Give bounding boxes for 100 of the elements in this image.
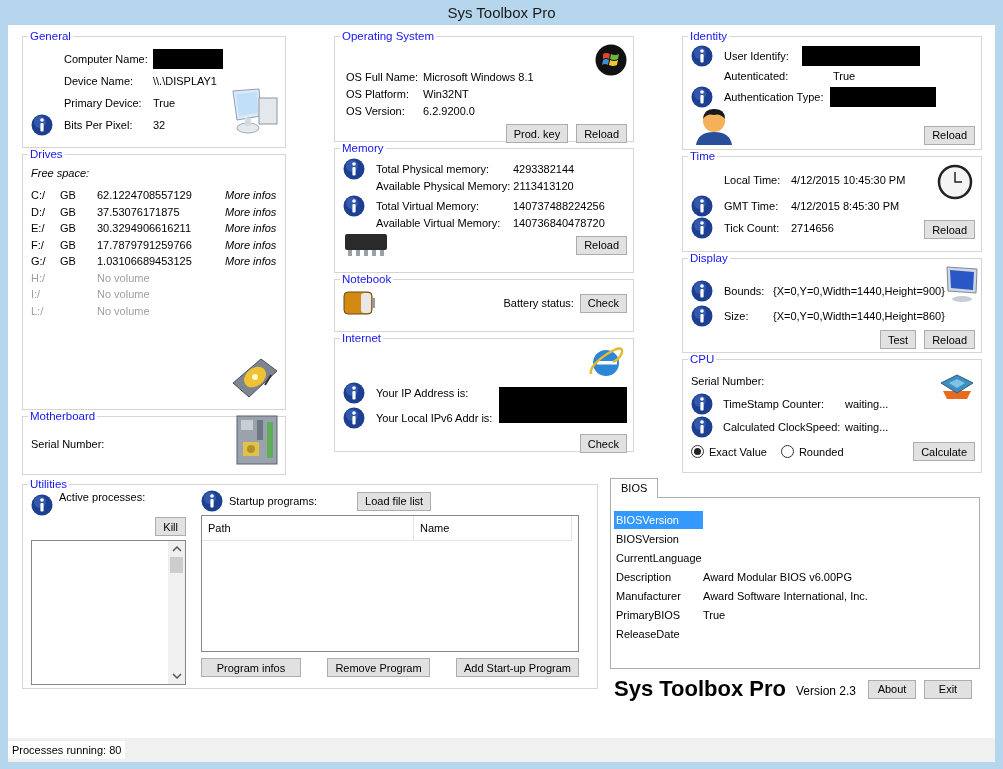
field-value: 4/12/2015 10:45:30 PM bbox=[791, 174, 907, 186]
list-item[interactable]: ReleaseDate bbox=[614, 624, 703, 643]
radio-button[interactable] bbox=[780, 445, 794, 458]
field-label: User Identify: bbox=[724, 50, 790, 62]
user-icon bbox=[694, 106, 734, 145]
button[interactable]: Reload bbox=[924, 330, 975, 349]
button[interactable]: Exit bbox=[924, 679, 972, 699]
status-text: Processes running: 80 bbox=[8, 741, 126, 759]
window-flag-icon bbox=[595, 44, 627, 76]
button[interactable]: Add Start-up Program bbox=[456, 658, 579, 677]
button[interactable]: Test bbox=[879, 330, 917, 349]
version-label: Version 2.3 bbox=[795, 684, 856, 698]
column-header[interactable]: Path bbox=[202, 516, 414, 540]
field-value: Win32NT bbox=[423, 87, 470, 100]
field-label: TimeStamp Counter: bbox=[723, 397, 826, 410]
list-item[interactable]: CurrentLanguage bbox=[614, 548, 705, 567]
button[interactable]: Calculate bbox=[913, 442, 975, 461]
list-item[interactable]: PrimaryBIOS bbox=[614, 605, 703, 624]
field-label: Calculated ClockSpeed: bbox=[723, 420, 842, 433]
button[interactable]: Reload bbox=[924, 125, 975, 145]
drive-letter: F:/ bbox=[31, 238, 45, 251]
scroll-up-icon[interactable] bbox=[171, 545, 182, 553]
field-value: True bbox=[833, 69, 857, 82]
group-title: Notebook bbox=[341, 273, 393, 285]
drive-letter: E:/ bbox=[31, 222, 46, 235]
property-value: Award Modular BIOS v6.00PG bbox=[703, 570, 852, 583]
app-name: Sys Toolbox Pro bbox=[614, 676, 786, 702]
field-label: Size: bbox=[724, 309, 750, 322]
field-label: Authentication Type: bbox=[724, 91, 825, 103]
more-infos-link[interactable]: More infos bbox=[225, 238, 277, 251]
drive-letter: C:/ bbox=[31, 189, 47, 202]
field-value: 140736840478720 bbox=[513, 216, 606, 229]
button[interactable]: Reload bbox=[924, 220, 975, 239]
clock-icon bbox=[937, 164, 973, 200]
more-infos-link[interactable]: More infos bbox=[225, 222, 277, 235]
field-value: 140737488224256 bbox=[513, 200, 606, 212]
unit-label: GB bbox=[60, 255, 76, 268]
button[interactable]: Check bbox=[579, 293, 627, 313]
button[interactable]: Remove Program bbox=[327, 658, 430, 677]
free-space-value: 37.53076171875 bbox=[97, 205, 181, 218]
group-title: Motherboard bbox=[29, 410, 97, 422]
scroll-thumb[interactable] bbox=[170, 557, 183, 573]
field-value: 2714656 bbox=[791, 222, 835, 234]
tab[interactable]: BIOS bbox=[610, 478, 659, 498]
list-item[interactable]: Manufacturer bbox=[614, 586, 703, 605]
window-title: Sys Toolbox Pro bbox=[447, 4, 556, 21]
field-label: Primary Device: bbox=[64, 97, 143, 109]
radio-button[interactable] bbox=[691, 445, 704, 458]
group-title: CPU bbox=[689, 353, 716, 365]
group-title: Operating System bbox=[341, 30, 436, 42]
field-value: waiting... bbox=[845, 420, 890, 433]
free-space-heading: Free space: bbox=[31, 167, 91, 179]
button[interactable]: Program infos bbox=[201, 658, 301, 677]
field-value: {X=0,Y=0,Width=1440,Height=900} bbox=[773, 284, 945, 297]
field-value: 4/12/2015 8:45:30 PM bbox=[791, 200, 901, 212]
scrollbar[interactable] bbox=[168, 541, 185, 684]
field-label: Your Local IPv6 Addr is: bbox=[376, 411, 493, 424]
computer-icon bbox=[229, 88, 279, 134]
drive-letter: I:/ bbox=[31, 288, 42, 301]
radio-label[interactable]: Rounded bbox=[798, 445, 844, 458]
button[interactable]: Check bbox=[579, 434, 627, 453]
field-value: {X=0,Y=0,Width=1440,Height=860} bbox=[773, 309, 945, 322]
battery-icon bbox=[343, 291, 376, 315]
unit-label: GB bbox=[60, 205, 76, 218]
monitor-icon bbox=[944, 265, 979, 303]
startup-list[interactable]: Path Name bbox=[201, 515, 579, 652]
radio-label[interactable]: Exact Value bbox=[709, 445, 767, 458]
field-label: Serial Number: bbox=[31, 438, 105, 452]
field-label: Local Time: bbox=[724, 174, 782, 186]
scroll-down-icon[interactable] bbox=[171, 672, 182, 680]
list-item[interactable]: Description bbox=[614, 567, 703, 586]
unit-label: GB bbox=[60, 222, 76, 235]
free-space-value: No volume bbox=[97, 288, 151, 301]
unit-label: GB bbox=[60, 238, 76, 251]
process-list[interactable] bbox=[31, 540, 186, 685]
button[interactable]: Reload bbox=[576, 235, 627, 255]
field-label: Bounds: bbox=[724, 284, 766, 297]
field-label: Bits Per Pixel: bbox=[64, 119, 134, 131]
more-infos-link[interactable]: More infos bbox=[225, 189, 277, 202]
unit-label: GB bbox=[60, 189, 76, 202]
column-header[interactable]: Name bbox=[414, 516, 572, 540]
field-label: OS Platform: bbox=[346, 87, 410, 100]
group-title: Drives bbox=[29, 148, 64, 160]
field-label: Your IP Address is: bbox=[376, 386, 470, 399]
field-label: OS Full Name: bbox=[346, 70, 420, 83]
button[interactable]: Kill bbox=[155, 517, 186, 536]
button[interactable]: Reload bbox=[576, 124, 627, 143]
group-title: Utilities bbox=[29, 478, 69, 490]
button[interactable]: Prod. key bbox=[505, 124, 569, 143]
field-label: Total Physical memory: bbox=[376, 163, 491, 175]
more-infos-link[interactable]: More infos bbox=[225, 255, 277, 268]
button[interactable]: About bbox=[868, 679, 916, 699]
group-title: Internet bbox=[341, 332, 382, 344]
field-label: Available Virtual Memory: bbox=[376, 216, 502, 229]
list-item[interactable]: BIOSVersion bbox=[614, 529, 703, 548]
more-infos-link[interactable]: More infos bbox=[225, 205, 277, 218]
field-label: Serial Number: bbox=[691, 375, 766, 389]
drive-letter: G:/ bbox=[31, 255, 47, 268]
button[interactable]: Load file list bbox=[357, 491, 432, 511]
circuit-board-icon bbox=[235, 414, 279, 466]
